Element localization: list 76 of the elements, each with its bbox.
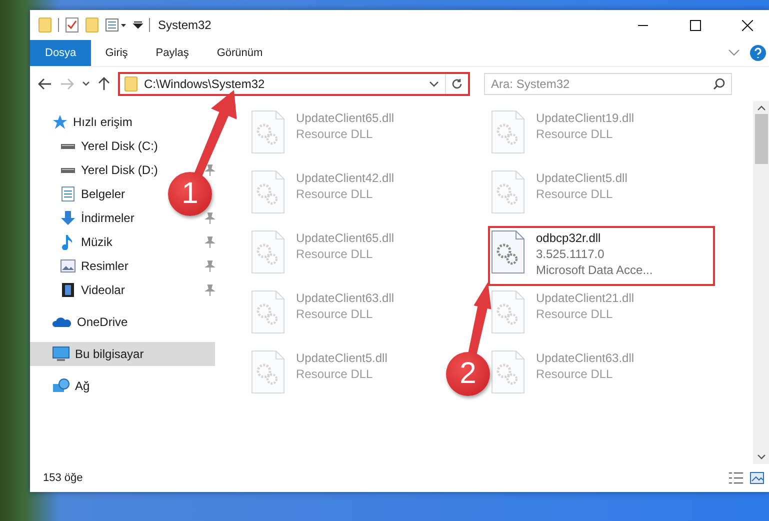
item-count: 153 öğe	[43, 472, 84, 484]
drive-icon	[60, 143, 76, 149]
file-detail: Resource DLL	[536, 187, 614, 201]
window-title: System32	[158, 18, 212, 32]
sidebar-item[interactable]: Hızlı erişim	[30, 110, 138, 134]
download-arrow-icon	[60, 210, 76, 226]
file-detail: 3.525.1117.0	[536, 247, 606, 261]
file-detail: Resource DLL	[296, 187, 374, 201]
pin-icon[interactable]	[205, 236, 215, 248]
network-icon	[52, 378, 70, 394]
scrollbar[interactable]	[753, 101, 769, 464]
document-icon	[60, 186, 76, 202]
ribbon-tab[interactable]: Giriş	[91, 40, 142, 66]
caret-icon[interactable]	[133, 20, 143, 30]
caret-icon[interactable]	[82, 81, 90, 87]
sidebar-item[interactable]: Belgeler	[30, 182, 132, 206]
file-name: UpdateClient19.dll	[536, 111, 634, 125]
file-name: UpdateClient5.dll	[296, 351, 388, 365]
sidebar-item[interactable]: İndirmeler	[30, 206, 140, 230]
search-icon[interactable]	[713, 78, 725, 90]
pin-icon[interactable]	[205, 164, 215, 176]
drive-icon	[60, 167, 76, 173]
file-detail: Resource DLL	[296, 127, 374, 141]
file-name: UpdateClient63.dll	[536, 351, 634, 365]
scroll-thumb[interactable]	[755, 114, 768, 164]
sidebar-item[interactable]: Yerel Disk (D:)	[30, 158, 164, 182]
caret-icon[interactable]	[429, 81, 439, 87]
folder-icon	[124, 76, 138, 92]
file-name: UpdateClient42.dll	[296, 171, 394, 185]
file-name: odbcp32r.dll	[536, 231, 602, 245]
large-icons-view-icon[interactable]	[750, 472, 764, 484]
sidebar-item[interactable]: OneDrive	[30, 310, 134, 334]
scroll-down-icon[interactable]	[757, 453, 766, 460]
file-detail: Resource DLL	[536, 307, 614, 321]
file-detail: Microsoft Data Acce...	[536, 263, 653, 277]
ribbon-tab[interactable]: Dosya	[30, 40, 92, 66]
minimize-icon[interactable]	[638, 24, 648, 26]
sidebar-item[interactable]: Bu bilgisayar	[30, 342, 215, 366]
film-icon	[60, 282, 76, 298]
picture-icon	[60, 258, 76, 274]
sidebar-item[interactable]: Yerel Disk (C:)	[30, 134, 164, 158]
file-name: UpdateClient5.dll	[536, 171, 628, 185]
file-name: UpdateClient65.dll	[296, 231, 394, 245]
monitor-icon	[52, 346, 70, 362]
ribbon-tab[interactable]: Görünüm	[202, 40, 277, 66]
search-field[interactable]: Ara: System32	[484, 73, 732, 95]
maximize-icon[interactable]	[690, 20, 700, 30]
file-name: UpdateClient65.dll	[296, 111, 394, 125]
pin-icon[interactable]	[205, 284, 215, 296]
sidebar-item[interactable]: Ağ	[30, 374, 96, 398]
help-icon[interactable]	[750, 45, 766, 61]
scroll-up-icon[interactable]	[757, 105, 766, 112]
pin-icon[interactable]	[205, 212, 215, 224]
file-detail: Resource DLL	[296, 247, 374, 261]
ribbon-tab[interactable]: Paylaş	[142, 40, 203, 66]
chevron-icon[interactable]	[728, 49, 740, 57]
refresh-icon[interactable]	[451, 78, 463, 90]
star-icon	[52, 114, 68, 130]
file-detail: Resource DLL	[296, 307, 374, 321]
details-view-icon[interactable]	[728, 471, 744, 485]
properties-icon[interactable]	[105, 17, 127, 33]
back-arrow-icon[interactable]	[38, 78, 52, 90]
up-arrow-icon[interactable]	[98, 77, 110, 91]
file-name: UpdateClient63.dll	[296, 291, 394, 305]
file-item[interactable]: odbcp32r.dll 3.525.1117.0 Microsoft Data Acce...	[488, 226, 715, 286]
sidebar-item[interactable]: Resimler	[30, 254, 134, 278]
file-detail: Resource DLL	[536, 127, 614, 141]
pin-icon[interactable]	[205, 260, 215, 272]
file-detail: Resource DLL	[536, 367, 614, 381]
address-bar[interactable]: C:\Windows\System32	[118, 72, 470, 96]
sidebar-item[interactable]: Müzik	[30, 230, 118, 254]
checklist-icon[interactable]	[65, 17, 79, 33]
sidebar-item[interactable]: Videolar	[30, 278, 131, 302]
file-name: UpdateClient21.dll	[536, 291, 634, 305]
close-icon[interactable]	[742, 20, 752, 30]
file-detail: Resource DLL	[296, 367, 374, 381]
